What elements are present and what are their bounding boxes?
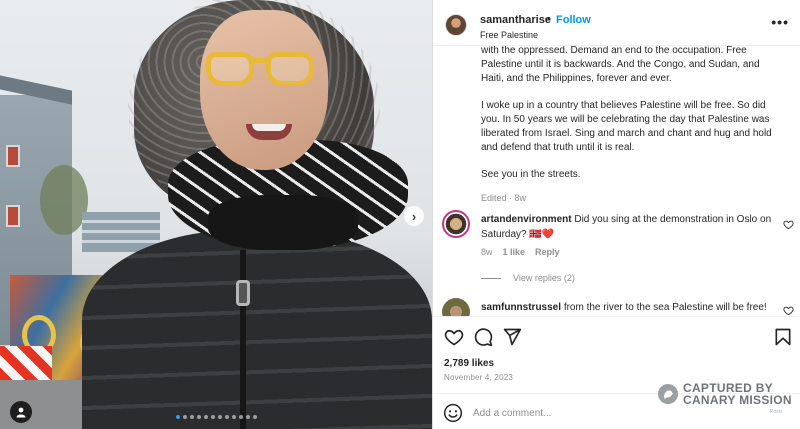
carousel-dot — [182, 415, 187, 419]
comment-age: 8w — [481, 247, 493, 257]
comment-text: from the river to the sea Palestine will… — [563, 302, 767, 313]
carousel-dot — [217, 415, 222, 419]
follow-button[interactable]: Follow — [556, 14, 591, 26]
carousel-dot — [252, 415, 257, 419]
view-replies-button[interactable]: View replies (2) — [481, 273, 575, 283]
carousel-dots — [0, 415, 432, 419]
comment: samfunnstrussel from the river to the se… — [481, 300, 779, 315]
glasses-left-lens — [206, 52, 254, 86]
canary-mission-watermark: CAPTURED BY CANARY MISSION — [658, 382, 792, 406]
emoji-smiley-icon[interactable] — [443, 403, 463, 423]
carousel-dot — [210, 415, 215, 419]
action-bar: 2,789 likes November 4, 2023 — [433, 316, 800, 429]
carousel-dot — [238, 415, 243, 419]
reply-button[interactable]: Reply — [535, 247, 560, 257]
share-send-icon[interactable] — [502, 327, 522, 347]
carousel-dot — [245, 415, 250, 419]
more-options-icon[interactable]: ••• — [771, 14, 789, 30]
carousel-dot — [203, 415, 208, 419]
separator-dot: • — [547, 13, 551, 25]
watermark-line: CANARY MISSION — [683, 393, 792, 407]
comment-meta: 8w 1 like Reply — [481, 247, 560, 257]
divider-line — [481, 277, 501, 279]
caption-paragraph: with the oppressed. Demand an end to the… — [481, 45, 760, 84]
post-date: November 4, 2023 — [444, 373, 514, 382]
post-header: samantharise • Follow Free Palestine ••• — [433, 0, 800, 46]
watermark-subtext: Posts — [770, 409, 783, 415]
chevron-right-icon: › — [411, 208, 417, 224]
zipper-pull — [236, 280, 250, 306]
person-icon — [16, 407, 26, 418]
avatar[interactable] — [445, 14, 467, 36]
watermark-text: CAPTURED BY CANARY MISSION — [683, 382, 792, 406]
caption-paragraph: See you in the streets. — [481, 169, 581, 180]
tagged-users-button[interactable] — [10, 401, 32, 423]
post-photo[interactable]: › — [0, 0, 432, 429]
avatar[interactable] — [442, 210, 470, 238]
comment-username[interactable]: artandenvironment — [481, 214, 572, 225]
person-selfie — [72, 0, 432, 429]
comment-likes[interactable]: 1 like — [503, 247, 526, 257]
edited-timestamp: Edited · 8w — [481, 193, 527, 203]
carousel-dot — [224, 415, 229, 419]
like-comment-heart-icon[interactable] — [783, 219, 794, 230]
like-heart-icon[interactable] — [444, 327, 464, 347]
road-barrier — [0, 346, 52, 380]
comment-bubble-icon[interactable] — [473, 327, 493, 347]
caption-paragraph: I woke up in a country that believes Pal… — [481, 100, 772, 153]
puffer-jacket — [82, 230, 432, 429]
smile — [246, 124, 292, 140]
carousel-next-button[interactable]: › — [404, 206, 424, 226]
face — [200, 10, 328, 170]
bird-logo-icon — [658, 384, 678, 404]
like-count[interactable]: 2,789 likes — [444, 358, 494, 369]
save-bookmark-icon[interactable] — [773, 327, 793, 347]
comment-username[interactable]: samfunnstrussel — [481, 302, 561, 313]
view-replies-label: View replies (2) — [513, 273, 575, 283]
post-location[interactable]: Free Palestine — [480, 30, 538, 40]
glasses-right-lens — [266, 52, 314, 86]
carousel-dot — [231, 415, 236, 419]
comment: artandenvironment Did you sing at the de… — [481, 212, 779, 242]
post-caption: with the oppressed. Demand an end to the… — [481, 44, 781, 205]
jacket-zipper — [240, 250, 246, 429]
like-comment-heart-icon[interactable] — [783, 305, 794, 316]
carousel-dot — [196, 415, 201, 419]
carousel-dot — [189, 415, 194, 419]
carousel-dot — [175, 415, 180, 419]
post-username[interactable]: samantharise — [480, 14, 551, 26]
post-side-panel: with the oppressed. Demand an end to the… — [432, 0, 800, 429]
